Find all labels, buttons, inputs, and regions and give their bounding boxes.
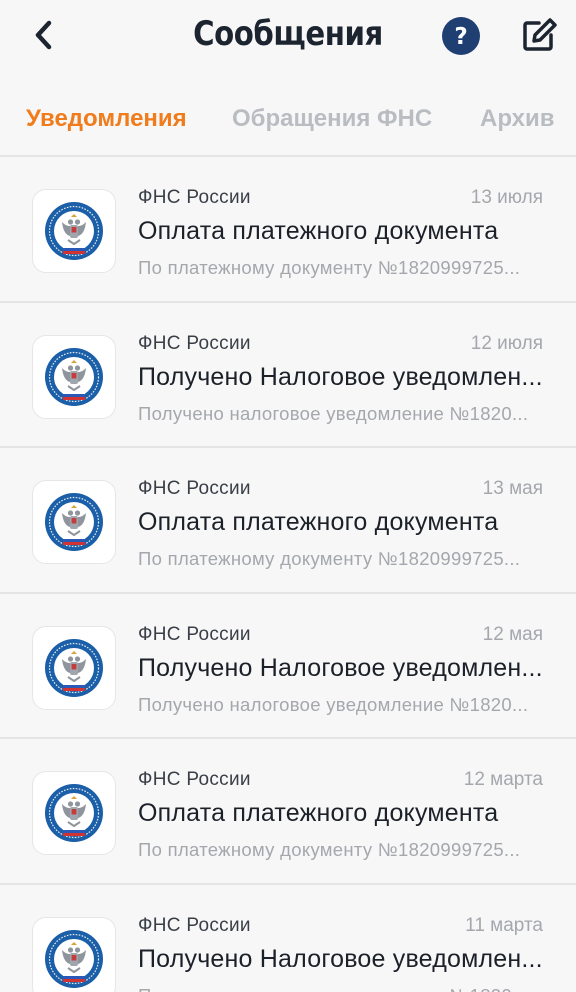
message-sender: ФНС России [138, 332, 251, 354]
header-bar: Сообщения ? [0, 0, 576, 72]
message-sender: ФНС России [138, 478, 251, 499]
tab-fns-requests[interactable]: Обращения ФНС [232, 96, 432, 142]
fns-emblem-icon [45, 784, 103, 842]
message-item[interactable]: ФНС России 12 мая Получено Налоговое уве… [0, 593, 576, 739]
message-sender: ФНС России [138, 914, 251, 936]
message-subject: Получено Налоговое уведомлен... [138, 362, 543, 391]
message-item[interactable]: ФНС России 11 марта Получено Налоговое у… [0, 884, 576, 992]
compose-button[interactable] [519, 15, 559, 55]
question-icon: ? [442, 17, 480, 55]
fns-emblem-icon [45, 638, 103, 697]
fns-logo [32, 480, 116, 564]
message-sender: ФНС России [138, 769, 251, 790]
tab-notifications[interactable]: Уведомления [26, 96, 187, 142]
fns-emblem-icon [45, 493, 103, 551]
svg-text:?: ? [454, 24, 467, 50]
message-sender: ФНС России [138, 187, 251, 208]
message-subject: Получено Налоговое уведомлен... [138, 944, 543, 973]
message-item[interactable]: ФНС России 13 июля Оплата платежного док… [0, 157, 576, 303]
fns-logo [32, 625, 116, 710]
message-date: 12 июля [470, 332, 543, 354]
message-preview: По платежному документу №1820999725... [138, 548, 521, 569]
message-sender: ФНС России [138, 623, 251, 645]
fns-logo [32, 771, 116, 855]
message-item[interactable]: ФНС России 13 мая Оплата платежного доку… [0, 448, 576, 594]
help-button[interactable]: ? [441, 16, 481, 56]
message-date: 11 марта [465, 914, 543, 936]
message-preview: По платежному документу №1820999725... [138, 839, 521, 860]
message-date: 12 мая [482, 623, 543, 645]
message-preview: По платежному документу №1820999725... [138, 257, 521, 278]
message-subject: Оплата платежного документа [138, 799, 499, 827]
message-subject: Оплата платежного документа [138, 217, 499, 245]
message-preview: Получено налоговое уведомление №1820... [138, 402, 529, 424]
fns-emblem-icon [45, 202, 103, 260]
message-item[interactable]: ФНС России 12 марта Оплата платежного до… [0, 739, 576, 885]
message-subject: Получено Налоговое уведомлен... [138, 653, 543, 682]
message-date: 13 июля [470, 187, 543, 208]
tab-archive[interactable]: Архив [480, 96, 555, 142]
message-preview: Получено налоговое уведомление №1820... [138, 693, 529, 715]
message-item[interactable]: ФНС России 12 июля Получено Налоговое ув… [0, 302, 576, 448]
fns-logo [32, 916, 116, 992]
message-date: 12 марта [463, 769, 543, 790]
fns-logo [32, 189, 116, 273]
message-preview: Получено налоговое уведомление №1820... [138, 985, 544, 992]
message-list: ФНС России 13 июля Оплата платежного док… [0, 155, 576, 992]
fns-emblem-icon [45, 347, 103, 406]
compose-icon [523, 18, 557, 51]
message-subject: Оплата платежного документа [138, 508, 499, 536]
tab-bar: Уведомления Обращения ФНС Архив [0, 96, 576, 142]
fns-logo [32, 334, 116, 419]
messages-screen: Сообщения ? Уведомления Обращения ФНС Ар… [0, 0, 576, 992]
fns-emblem-icon [45, 929, 103, 988]
message-date: 13 мая [482, 478, 543, 499]
